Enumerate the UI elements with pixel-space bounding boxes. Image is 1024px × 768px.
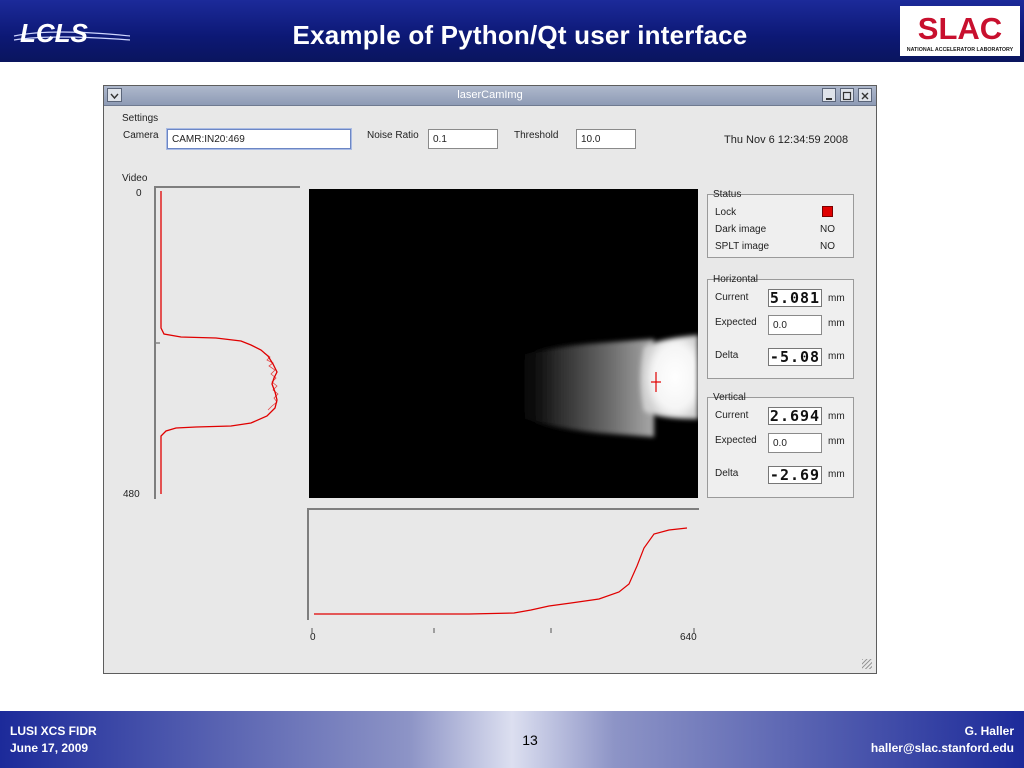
horizontal-current-label: Current	[715, 292, 749, 303]
lcls-logo: LCLS	[13, 18, 131, 48]
vertical-expected-label: Expected	[715, 435, 757, 446]
vertical-current-lcd: 2.694	[768, 407, 822, 425]
settings-group-title: Settings	[122, 113, 159, 124]
horizontal-current-unit: mm	[828, 293, 845, 304]
datetime-display: Thu Nov 6 12:34:59 2008	[724, 134, 849, 146]
vertical-axis-top-label: 0	[136, 188, 142, 199]
close-icon	[861, 92, 869, 100]
camera-image[interactable]	[309, 189, 698, 498]
horizontal-axis-left-label: 0	[310, 632, 316, 643]
horizontal-profile-plot	[307, 508, 699, 620]
vertical-delta-unit: mm	[828, 469, 845, 480]
vertical-expected-unit: mm	[828, 436, 845, 447]
vertical-current-unit: mm	[828, 411, 845, 422]
slide-header: LCLS Example of Python/Qt user interface…	[0, 0, 1024, 62]
camera-label: Camera	[123, 130, 159, 141]
footer-author: G. Haller	[964, 724, 1014, 738]
horizontal-current-lcd: 5.081	[768, 289, 822, 307]
horizontal-profile-svg	[314, 527, 688, 615]
vertical-delta-label: Delta	[715, 468, 739, 479]
horizontal-expected-label: Expected	[715, 317, 757, 328]
camera-input[interactable]	[167, 129, 351, 149]
vertical-group-title: Vertical	[713, 392, 746, 403]
window-title: laserCamImg	[457, 89, 523, 101]
beam-halo	[504, 339, 654, 437]
close-button[interactable]	[858, 88, 872, 102]
splt-image-value: NO	[820, 241, 835, 252]
threshold-label: Threshold	[514, 130, 559, 141]
footer-date: June 17, 2009	[10, 741, 89, 755]
lock-indicator	[822, 206, 833, 217]
threshold-input[interactable]	[576, 129, 636, 149]
vertical-profile-curve	[160, 191, 278, 494]
lock-label: Lock	[715, 207, 737, 218]
svg-text:NATIONAL ACCELERATOR LABORATOR: NATIONAL ACCELERATOR LABORATORY	[907, 47, 1014, 53]
maximize-button[interactable]	[840, 88, 854, 102]
beam-core	[640, 335, 698, 419]
noise-ratio-input[interactable]	[428, 129, 498, 149]
horizontal-delta-unit: mm	[828, 351, 845, 362]
slide-footer: LUSI XCS FIDR June 17, 2009 13 G. Haller…	[0, 711, 1024, 768]
horizontal-expected-unit: mm	[828, 318, 845, 329]
horizontal-expected-input[interactable]	[768, 315, 822, 335]
resize-grip[interactable]	[862, 659, 872, 669]
window-titlebar[interactable]: laserCamImg	[104, 86, 876, 106]
vertical-expected-input[interactable]	[768, 433, 822, 453]
vertical-delta-lcd: -2.69	[768, 466, 822, 484]
footer-email: haller@slac.stanford.edu	[870, 741, 1014, 755]
footer-left: LUSI XCS FIDR June 17, 2009	[10, 723, 97, 757]
video-group-title: Video	[122, 173, 148, 184]
vertical-profile-plot	[154, 186, 300, 499]
svg-text:SLAC: SLAC	[918, 11, 1002, 46]
splt-image-label: SPLT image	[715, 241, 770, 252]
noise-ratio-label: Noise Ratio	[367, 130, 419, 141]
minimize-button[interactable]	[822, 88, 836, 102]
horizontal-axis-ticks-svg	[311, 628, 695, 633]
horizontal-delta-lcd: -5.08	[768, 348, 822, 366]
dark-image-value: NO	[820, 224, 835, 235]
vertical-axis-bottom-label: 480	[123, 489, 140, 500]
slac-logo: SLAC NATIONAL ACCELERATOR LABORATORY	[900, 6, 1020, 56]
horizontal-profile-curve	[314, 527, 688, 615]
slide-title: Example of Python/Qt user interface	[292, 20, 748, 50]
page-number: 13	[522, 732, 538, 748]
status-group-title: Status	[713, 189, 742, 200]
horizontal-group-title: Horizontal	[713, 274, 759, 285]
svg-text:LCLS: LCLS	[20, 18, 89, 48]
minimize-icon	[826, 98, 832, 100]
horizontal-axis-ticks	[309, 621, 699, 633]
vertical-current-label: Current	[715, 410, 749, 421]
horizontal-axis-right-label: 640	[680, 632, 697, 643]
horizontal-delta-label: Delta	[715, 350, 739, 361]
vertical-profile-svg	[156, 191, 279, 494]
app-window: laserCamImg Settings Camera Noise Ratio …	[103, 85, 877, 674]
footer-event: LUSI XCS FIDR	[10, 724, 97, 738]
beam-image-svg	[504, 335, 698, 437]
dark-image-label: Dark image	[715, 224, 767, 235]
footer-right: G. Haller haller@slac.stanford.edu	[871, 723, 1014, 757]
maximize-icon	[842, 91, 852, 101]
